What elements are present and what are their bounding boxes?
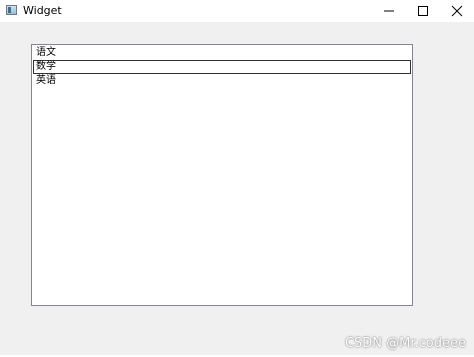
list-item[interactable]: 语文 xyxy=(33,46,411,60)
title-bar[interactable]: Widget xyxy=(0,0,474,22)
close-button[interactable] xyxy=(440,0,474,22)
list-item-current[interactable]: 数学 xyxy=(33,60,411,74)
list-widget[interactable]: 语文 数学 英语 xyxy=(31,44,413,306)
minimize-icon xyxy=(384,10,394,12)
app-icon xyxy=(6,5,17,15)
app-window: Widget 语文 数学 英语 CSDN @Mr.codeee xyxy=(0,0,474,357)
watermark: CSDN @Mr.codeee xyxy=(344,336,466,351)
maximize-icon xyxy=(418,6,428,16)
maximize-button[interactable] xyxy=(406,0,440,22)
window-title: Widget xyxy=(23,4,62,17)
close-icon xyxy=(451,5,463,17)
list-item[interactable]: 英语 xyxy=(33,74,411,88)
minimize-button[interactable] xyxy=(372,0,406,22)
